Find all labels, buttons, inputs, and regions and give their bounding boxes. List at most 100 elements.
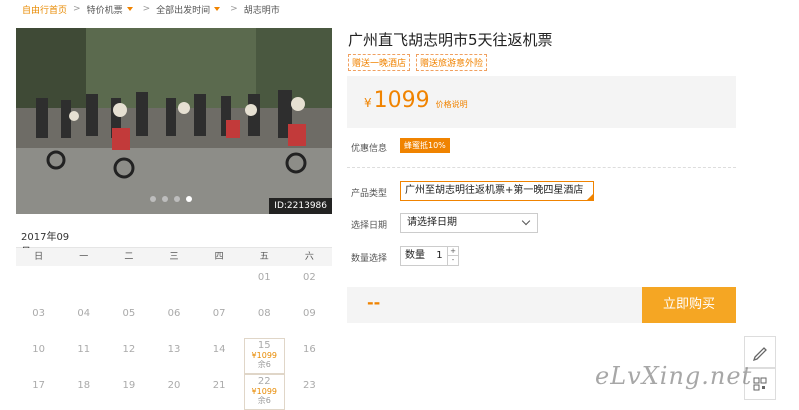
weekday-label: 二 [124, 252, 134, 262]
calendar-day: 21 [197, 376, 242, 410]
calendar-day: 04 [61, 304, 106, 340]
date-select[interactable]: 请选择日期 [400, 213, 538, 233]
quantity-steps: + - [447, 247, 458, 265]
calendar-day-number: 03 [32, 308, 45, 319]
calendar-day[interactable]: 15 ¥1099 余6 [243, 338, 285, 374]
quantity-label: 数量选择 [351, 254, 388, 264]
calendar-weekday-header: 日一二三四五六 [16, 248, 332, 266]
product-tags: 赠送一晚酒店 赠送旅游意外险 [348, 54, 488, 71]
breadcrumb-separator: > [73, 4, 81, 14]
calendar-day: 19 [106, 376, 151, 410]
calendar-day: 14 [197, 340, 242, 376]
price-box: ¥ 1099 价格说明 [347, 76, 736, 128]
calendar-day-remaining: 余6 [257, 396, 271, 405]
calendar-day-number: 07 [212, 308, 226, 319]
calendar-day-number: 02 [303, 272, 316, 283]
chevron-down-icon[interactable] [126, 7, 133, 11]
calendar-day-number: 11 [77, 344, 91, 355]
price-explain-link[interactable]: 价格说明 [436, 99, 468, 110]
weekday-label: 日 [34, 252, 44, 262]
calendar-day-price: ¥1099 [251, 351, 277, 360]
calendar-day: 03 [16, 304, 61, 340]
weekday-label: 三 [169, 252, 179, 262]
product-type-option[interactable]: 广州至胡志明往返机票+第一晚四星酒店 [400, 181, 594, 201]
price-currency: ¥ [364, 96, 372, 110]
calendar-day-number: 08 [257, 308, 271, 319]
calendar-day: 09 [287, 304, 332, 340]
calendar-day-number: 13 [167, 344, 181, 355]
calendar-day-price: ¥1099 [251, 387, 277, 396]
breadcrumb: 自由行首页 > 特价机票 > 全部出发时间 > 胡志明市 [22, 2, 280, 16]
breadcrumb-home[interactable]: 自由行首页 [22, 3, 67, 16]
street-scene-image [16, 28, 332, 214]
calendar-day-number: 10 [32, 344, 45, 355]
buy-now-button[interactable]: 立即购买 [642, 287, 736, 323]
calendar-day-number: 09 [303, 308, 316, 319]
tag-free-insurance: 赠送旅游意外险 [416, 54, 488, 71]
calendar-day: 05 [106, 304, 151, 340]
carousel-dot[interactable] [174, 196, 180, 202]
calendar-day-number: 15 [257, 340, 271, 351]
breadcrumb-separator: > [230, 4, 238, 14]
calendar-day-number: 23 [303, 380, 316, 391]
calendar-day-number: 21 [212, 380, 226, 391]
calendar-day: 23 [287, 376, 332, 410]
calendar-day: 10 [16, 340, 61, 376]
total-price: -- [367, 293, 381, 312]
calendar-day: 07 [197, 304, 242, 340]
calendar-day: 17 [16, 376, 61, 410]
calendar-day [61, 268, 106, 304]
calendar-day-number: 16 [303, 344, 316, 355]
carousel-dot[interactable] [162, 196, 168, 202]
quantity-prefix: 数量 [405, 250, 425, 261]
calendar-day[interactable]: 22 ¥1099 余6 [243, 374, 285, 410]
calendar-month-tabs: 2017年09月 [16, 228, 332, 264]
carousel-dot-active[interactable] [186, 196, 192, 202]
quantity-value[interactable]: 1 [436, 250, 442, 261]
quantity-stepper[interactable]: 数量 1 + - [400, 246, 459, 266]
watermark-logo: eLvXing.net [595, 362, 753, 390]
calendar-day-number: 22 [257, 376, 271, 387]
calendar-day-remaining: 余6 [257, 360, 271, 369]
calendar-day-number: 20 [167, 380, 181, 391]
selected-corner-icon [587, 194, 593, 200]
carousel-dot[interactable] [150, 196, 156, 202]
breadcrumb-separator: > [142, 4, 151, 14]
quantity-increment-button[interactable]: + [448, 247, 458, 256]
quantity-decrement-button[interactable]: - [448, 256, 458, 265]
calendar-day-number: 17 [32, 380, 45, 391]
weekday-label: 五 [259, 252, 269, 262]
calendar-day: 08 [242, 304, 287, 340]
calendar-day [106, 268, 151, 304]
photo-id-label: ID:2213986 [269, 198, 332, 214]
calendar-day-number: 01 [257, 272, 271, 283]
calendar-day: 16 [287, 340, 332, 376]
calendar-day-number: 12 [122, 344, 136, 355]
calendar-grid: 01 02 03 04 05 06 07 08 09 10 11 12 13 14 15 ¥1099 余6 16 1… [16, 268, 332, 410]
product-type-label: 产品类型 [351, 189, 388, 199]
breadcrumb-flights[interactable]: 特价机票 [87, 3, 123, 16]
product-title: 广州直飞胡志明市5天往返机票 [348, 31, 553, 49]
product-type-value: 广州至胡志明往返机票+第一晚四星酒店 [405, 185, 584, 196]
date-label: 选择日期 [351, 221, 388, 231]
breadcrumb-departure-time[interactable]: 全部出发时间 [156, 3, 210, 16]
weekday-label: 六 [304, 252, 314, 262]
discount-label: 优惠信息 [351, 144, 388, 154]
tag-free-hotel: 赠送一晚酒店 [348, 54, 411, 71]
breadcrumb-city: 胡志明市 [243, 5, 280, 16]
calendar-day: 11 [61, 340, 106, 376]
calendar-day-number: 05 [122, 308, 136, 319]
chevron-down-icon [521, 216, 531, 226]
calendar-day: 18 [61, 376, 106, 410]
calendar-day: 13 [151, 340, 196, 376]
date-select-value: 请选择日期 [407, 217, 457, 228]
chevron-down-icon[interactable] [214, 7, 221, 11]
product-photo[interactable]: ID:2213986 [16, 28, 332, 214]
carousel-dots [150, 196, 192, 202]
calendar-day-number: 04 [77, 308, 91, 319]
purchase-bar: -- 立即购买 [347, 287, 736, 323]
calendar-day [151, 268, 196, 304]
calendar-day-number: 06 [167, 308, 181, 319]
calendar-day [16, 268, 61, 304]
calendar-day-number: 14 [212, 344, 226, 355]
